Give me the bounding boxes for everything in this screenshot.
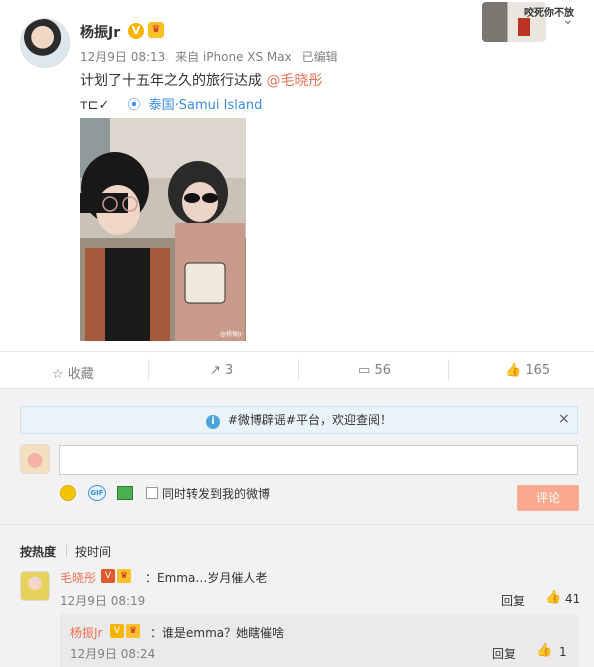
image-icon[interactable]: [117, 486, 133, 500]
sort-by-hot[interactable]: 按热度: [20, 543, 56, 560]
favorite-button[interactable]: ☆ 收藏: [52, 363, 94, 382]
emoji-icon[interactable]: [60, 485, 76, 501]
verified-badge-icon: V: [128, 23, 144, 39]
thumbs-up-icon[interactable]: 👍: [536, 643, 552, 658]
info-icon: i: [206, 415, 221, 429]
emoticon-text: ᴛ⊏✓: [80, 98, 110, 113]
my-avatar: [20, 444, 50, 474]
comment-avatar[interactable]: [20, 571, 50, 601]
location-link[interactable]: 泰国·Samui Island: [149, 98, 263, 113]
repost-checkbox-label[interactable]: 同时转发到我的微博: [162, 485, 270, 502]
reply-button[interactable]: 回复: [501, 592, 525, 609]
svg-text:@杨振Jr: @杨振Jr: [220, 330, 243, 338]
post-meta: 12月9日 08:13 来自 iPhone XS Max 已编辑: [80, 48, 344, 65]
repost-checkbox[interactable]: [146, 487, 158, 499]
submit-comment-button[interactable]: 评论: [517, 485, 579, 511]
like-button[interactable]: 👍 165: [505, 363, 550, 378]
divider: [0, 524, 594, 525]
reply-author[interactable]: 杨振Jr: [70, 624, 102, 641]
vip-crown-icon: ♛: [117, 569, 131, 583]
comment-icon: ▭: [358, 363, 371, 378]
comment-time: 12月9日 08:19: [60, 594, 146, 608]
comment-button[interactable]: ▭ 56: [358, 363, 391, 378]
divider: [298, 359, 299, 381]
author-name[interactable]: 杨振Jr: [80, 22, 120, 42]
reply-button[interactable]: 回复: [492, 645, 516, 662]
chevron-down-icon[interactable]: ⌄: [562, 12, 574, 28]
thumbs-up-icon: 👍: [505, 363, 522, 378]
weibo-post-page: 杨振Jr V ♛ 12月9日 08:13 来自 iPhone XS Max 已编…: [0, 0, 594, 667]
verified-badge-icon: V: [110, 624, 124, 638]
reply-time: 12月9日 08:24: [70, 647, 156, 661]
repost-icon: ↗: [210, 363, 221, 378]
comment-input[interactable]: [59, 445, 578, 475]
notice-text[interactable]: #微博辟谣#平台，欢迎查阅！: [228, 413, 392, 427]
post-location-row: ᴛ⊏✓ ⦿ 泰国·Samui Island: [80, 94, 262, 113]
notice-banner: i #微博辟谣#平台，欢迎查阅！: [20, 406, 578, 434]
post-time[interactable]: 12月9日 08:13: [80, 50, 165, 64]
comment-like-count: 41: [565, 592, 581, 606]
post-source: 来自 iPhone XS Max: [175, 50, 292, 64]
verified-badge-icon: V: [101, 569, 115, 583]
vip-crown-icon: ♛: [148, 22, 164, 38]
location-pin-icon: ⦿: [127, 98, 141, 113]
comment-text: ：Emma…岁月催人老: [145, 571, 268, 585]
repost-button[interactable]: ↗ 3: [210, 363, 233, 378]
divider: [66, 545, 67, 557]
post-text: 计划了十五年之久的旅行达成 @毛晓彤: [80, 73, 323, 89]
photo-illustration: @杨振Jr: [80, 118, 246, 341]
thumbs-up-icon[interactable]: 👍: [545, 590, 561, 605]
comment-author[interactable]: 毛晓彤: [60, 569, 96, 586]
divider: [448, 359, 449, 381]
vip-crown-icon: ♛: [126, 624, 140, 638]
sort-by-time[interactable]: 按时间: [75, 543, 111, 560]
edited-label[interactable]: 已编辑: [302, 50, 338, 64]
reply-text: ：谁是emma？她瞎催啥: [150, 626, 285, 640]
reply-like-count: 1: [559, 645, 567, 659]
mention-link[interactable]: @毛晓彤: [266, 73, 322, 89]
close-icon[interactable]: ×: [558, 411, 570, 427]
author-avatar[interactable]: [20, 18, 70, 68]
divider: [148, 359, 149, 381]
post-photo[interactable]: @杨振Jr: [80, 118, 246, 341]
star-icon: ☆: [52, 367, 64, 382]
gif-icon[interactable]: GIF: [88, 485, 106, 501]
sticker-seal-icon: [518, 18, 530, 36]
